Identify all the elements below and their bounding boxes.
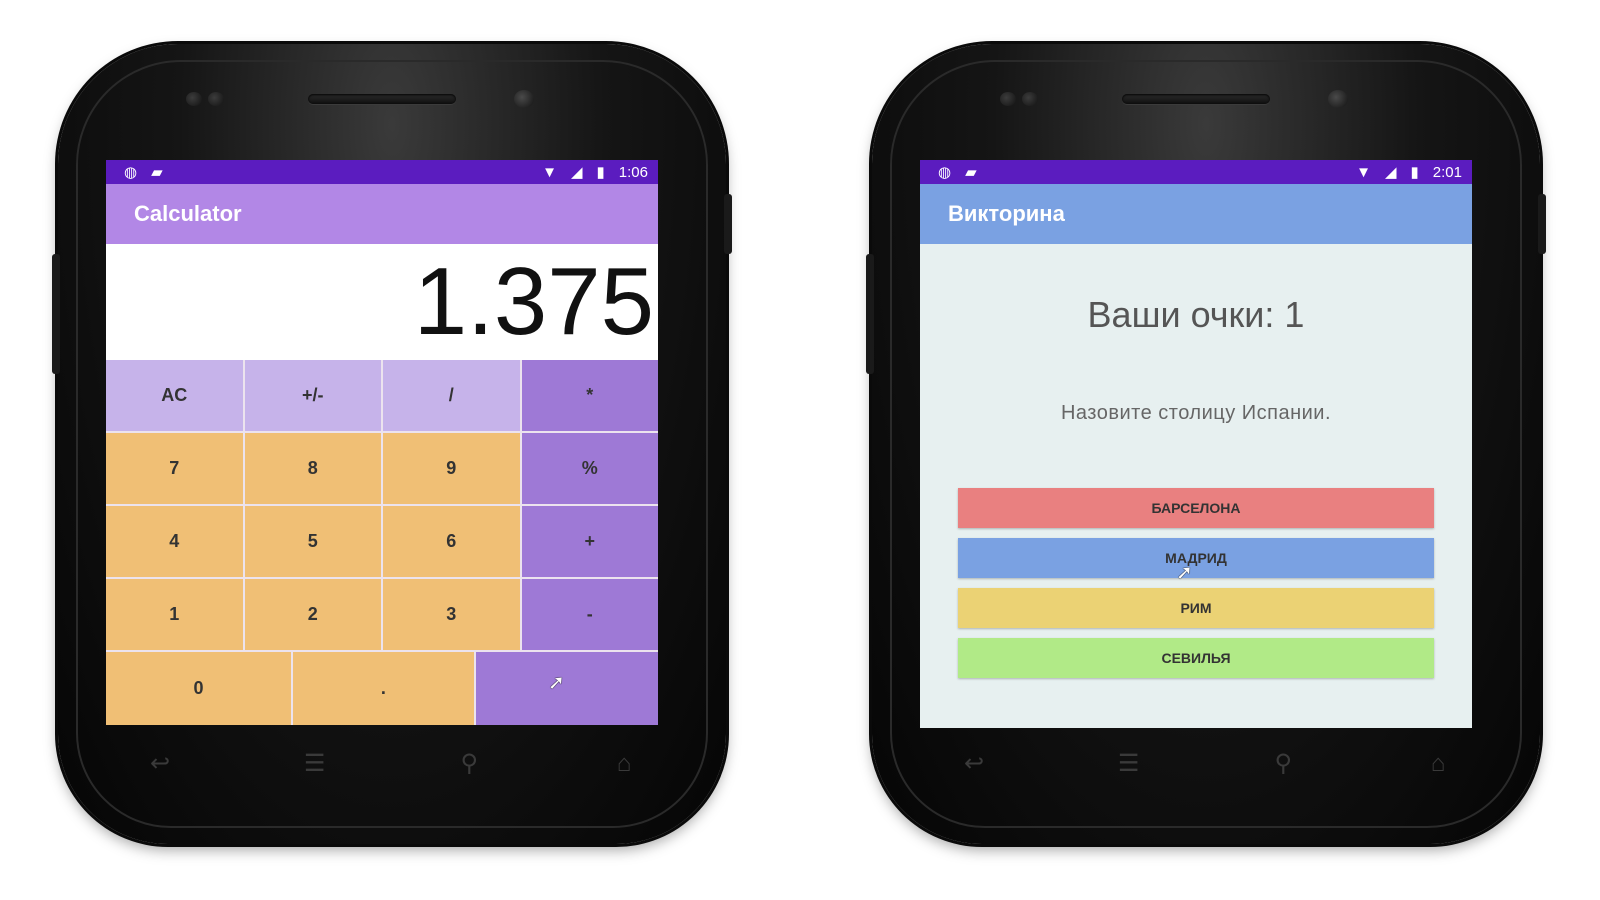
decimal-point-button[interactable]: .: [292, 652, 476, 725]
light-sensor: [208, 92, 224, 106]
key-row: 1 2 3 -: [106, 579, 658, 652]
phone-quiz: ◍ ▰ ▼ ◢ ▮ 2:01 Викторина Ваши очки: 1 На…: [866, 44, 1546, 844]
digit-4-button[interactable]: 4: [106, 506, 245, 579]
digit-8-button[interactable]: 8: [244, 433, 383, 506]
phone-calculator: ◍ ▰ ▼ ◢ ▮ 1:06 Calculator 1.375 AC +/- /…: [52, 44, 732, 844]
earpiece-speaker: [1122, 94, 1270, 104]
ac-button[interactable]: AC: [106, 360, 245, 433]
notification-icon: ◍: [938, 164, 952, 181]
proximity-sensor: [1000, 92, 1016, 106]
sd-card-icon: ▰: [151, 164, 163, 181]
answer-button-4[interactable]: СЕВИЛЬЯ: [958, 638, 1434, 678]
plus-button[interactable]: +: [521, 506, 658, 579]
sign-toggle-button[interactable]: +/-: [244, 360, 383, 433]
navigation-bar: ↩ ☰ ⚲ ⌂: [138, 752, 646, 776]
calculator-display: 1.375: [106, 244, 658, 360]
key-row: AC +/- / *: [106, 360, 658, 433]
status-bar: ◍ ▰ ▼ ◢ ▮ 2:01: [920, 160, 1472, 184]
power-button[interactable]: [724, 194, 732, 254]
question-text: Назовите столицу Испании.: [1060, 402, 1332, 424]
front-camera: [1328, 90, 1348, 108]
digit-7-button[interactable]: 7: [106, 433, 245, 506]
key-row: 7 8 9 %: [106, 433, 658, 506]
back-icon[interactable]: ↩: [138, 752, 182, 776]
digit-6-button[interactable]: 6: [383, 506, 522, 579]
percent-button[interactable]: %: [521, 433, 658, 506]
multiply-button[interactable]: *: [521, 360, 658, 433]
minus-button[interactable]: -: [521, 579, 658, 652]
search-icon[interactable]: ⚲: [447, 752, 491, 776]
key-row: 0 .: [106, 652, 658, 725]
signal-icon: ◢: [570, 164, 583, 181]
battery-icon: ▮: [596, 164, 605, 181]
proximity-sensor: [186, 92, 202, 106]
sd-card-icon: ▰: [965, 164, 977, 181]
home-icon[interactable]: ⌂: [602, 752, 646, 776]
quiz-screen: ◍ ▰ ▼ ◢ ▮ 2:01 Викторина Ваши очки: 1 На…: [920, 160, 1472, 728]
volume-button[interactable]: [866, 254, 874, 374]
mouse-cursor-icon: ➚: [548, 672, 565, 694]
app-title: Викторина: [920, 184, 1472, 244]
calculator-screen: ◍ ▰ ▼ ◢ ▮ 1:06 Calculator 1.375 AC +/- /…: [106, 160, 658, 728]
wifi-icon: ▼: [542, 163, 557, 181]
notification-icon: ◍: [124, 164, 138, 181]
digit-1-button[interactable]: 1: [106, 579, 245, 652]
search-icon[interactable]: ⚲: [1261, 752, 1305, 776]
answer-button-3[interactable]: РИМ: [958, 588, 1434, 628]
key-row: 4 5 6 +: [106, 506, 658, 579]
navigation-bar: ↩ ☰ ⚲ ⌂: [952, 752, 1460, 776]
menu-icon[interactable]: ☰: [1107, 752, 1151, 776]
volume-button[interactable]: [52, 254, 60, 374]
score-label: Ваши очки: 1: [1087, 294, 1305, 335]
menu-icon[interactable]: ☰: [293, 752, 337, 776]
digit-3-button[interactable]: 3: [383, 579, 522, 652]
answer-button-2[interactable]: МАДРИД: [958, 538, 1434, 578]
wifi-icon: ▼: [1356, 163, 1371, 181]
digit-9-button[interactable]: 9: [383, 433, 522, 506]
answer-button-1[interactable]: БАРСЕЛОНА: [958, 488, 1434, 528]
status-bar: ◍ ▰ ▼ ◢ ▮ 1:06: [106, 160, 658, 184]
earpiece-speaker: [308, 94, 456, 104]
digit-5-button[interactable]: 5: [244, 506, 383, 579]
quiz-body: Ваши очки: 1 Назовите столицу Испании. Б…: [920, 244, 1472, 728]
battery-icon: ▮: [1410, 164, 1419, 181]
front-camera: [514, 90, 534, 108]
equals-button[interactable]: [475, 652, 658, 725]
power-button[interactable]: [1538, 194, 1546, 254]
digit-0-button[interactable]: 0: [106, 652, 293, 725]
status-time: 1:06: [618, 163, 648, 181]
mouse-cursor-icon: ➚: [1176, 562, 1193, 584]
back-icon[interactable]: ↩: [952, 752, 996, 776]
app-title: Calculator: [106, 184, 658, 244]
home-icon[interactable]: ⌂: [1416, 752, 1460, 776]
status-time: 2:01: [1432, 163, 1462, 181]
divide-button[interactable]: /: [383, 360, 522, 433]
signal-icon: ◢: [1384, 164, 1397, 181]
light-sensor: [1022, 92, 1038, 106]
digit-2-button[interactable]: 2: [244, 579, 383, 652]
